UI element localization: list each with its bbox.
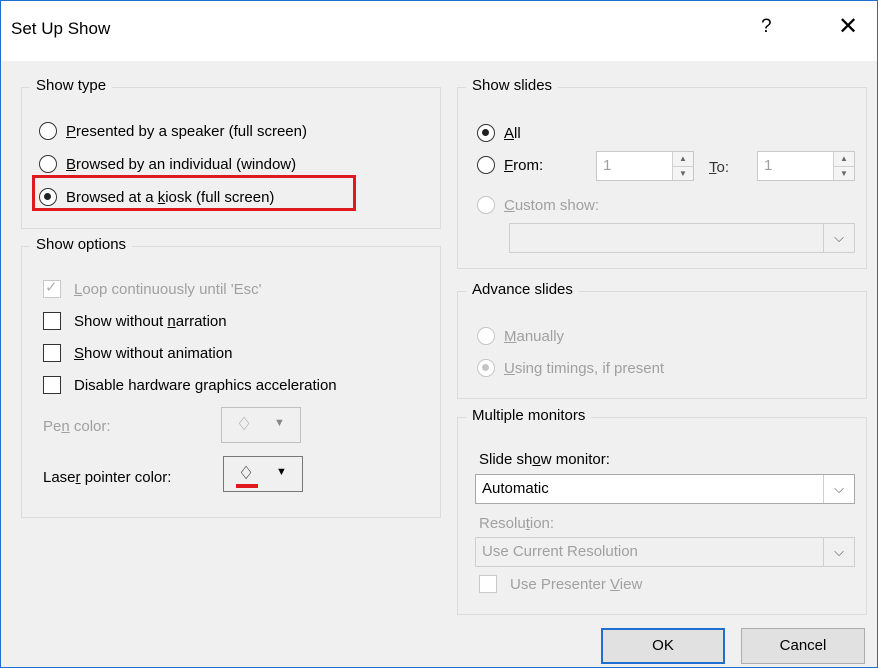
checkbox-use-presenter-view[interactable]: Use Presenter View (479, 572, 642, 596)
show-slides-label: Show slides (466, 77, 559, 94)
chevron-down-icon[interactable]: ⌵ (823, 538, 854, 566)
close-icon[interactable]: ✕ (831, 10, 865, 44)
option-label: Loop continuously until 'Esc' (74, 280, 262, 298)
arrow-down-icon[interactable]: ▼ (834, 167, 854, 181)
radio-circle[interactable] (39, 155, 57, 173)
from-value: 1 (603, 157, 612, 174)
cancel-button[interactable]: Cancel (741, 628, 865, 664)
pen-color-label: Pen color: (43, 417, 111, 435)
paint-bucket-icon: ♢ (236, 414, 253, 434)
show-type-label: Show type (30, 77, 113, 94)
option-label: Show without narration (74, 312, 227, 330)
resolution-label: Resolution: (479, 514, 555, 532)
radio-presented-by-speaker[interactable]: Presented by a speaker (full screen) (39, 119, 307, 143)
option-label: Presented by a speaker (full screen) (66, 122, 307, 140)
from-slide-spinner[interactable]: 1 ▲ ▼ (596, 151, 694, 181)
highlight-annotation-box (32, 175, 356, 211)
radio-circle[interactable] (477, 156, 495, 174)
title-bar: Set Up Show ? ✕ (1, 1, 877, 61)
chevron-down-icon: ▼ (276, 466, 287, 478)
option-label: Manually (504, 327, 565, 345)
set-up-show-dialog: Set Up Show ? ✕ Show type Presented by a… (0, 0, 878, 668)
arrow-up-icon[interactable]: ▲ (834, 152, 854, 167)
laser-pointer-color-button[interactable]: ♢ ▼ (223, 456, 303, 492)
radio-all-slides[interactable]: All (477, 121, 521, 145)
option-label: From: (504, 156, 544, 174)
radio-using-timings[interactable]: Using timings, if present (477, 356, 664, 380)
checkbox-show-without-animation[interactable]: Show without animation (43, 341, 232, 365)
radio-circle[interactable] (477, 327, 495, 345)
checkbox-box[interactable]: ✓ (43, 279, 61, 298)
paint-bucket-icon: ♢ (238, 463, 255, 483)
option-label: Browsed by an individual (window) (66, 155, 297, 173)
option-label: Show without animation (74, 344, 233, 362)
checkbox-box[interactable] (43, 376, 61, 394)
radio-circle[interactable] (39, 122, 57, 140)
slide-show-monitor-dropdown[interactable]: Automatic ⌵ (475, 474, 855, 504)
spinner-arrows[interactable]: ▲ ▼ (833, 152, 854, 180)
option-label: All (504, 124, 521, 142)
option-label: Using timings, if present (504, 359, 665, 377)
laser-pointer-color-label: Laser pointer color: (43, 468, 172, 486)
resolution-dropdown[interactable]: Use Current Resolution ⌵ (475, 537, 855, 567)
custom-show-dropdown[interactable]: ⌵ (509, 223, 855, 253)
checkbox-show-without-narration[interactable]: Show without narration (43, 309, 227, 333)
arrow-up-icon[interactable]: ▲ (673, 152, 693, 167)
to-label: To: (709, 158, 730, 176)
to-slide-spinner[interactable]: 1 ▲ ▼ (757, 151, 855, 181)
resolution-value: Use Current Resolution (482, 543, 638, 560)
to-value: 1 (764, 157, 773, 174)
radio-circle[interactable] (477, 196, 495, 214)
radio-manually[interactable]: Manually (477, 324, 564, 348)
checkbox-loop-continuously[interactable]: ✓ Loop continuously until 'Esc' (43, 277, 262, 301)
monitor-value: Automatic (482, 480, 549, 497)
option-label: Use Presenter View (510, 575, 643, 593)
color-swatch-bar (236, 484, 258, 488)
slide-show-monitor-label: Slide show monitor: (479, 450, 610, 468)
radio-circle-selected[interactable] (477, 359, 495, 377)
option-label: Custom show: (504, 196, 600, 214)
checkbox-box[interactable] (479, 575, 497, 593)
option-label: Disable hardware graphics acceleration (74, 376, 337, 394)
arrow-down-icon[interactable]: ▼ (673, 167, 693, 181)
pen-color-button[interactable]: ♢ ▼ (221, 407, 301, 443)
radio-from-slide[interactable]: From: (477, 153, 543, 177)
chevron-down-icon: ▼ (274, 417, 285, 429)
dialog-title: Set Up Show (11, 19, 111, 38)
spinner-arrows[interactable]: ▲ ▼ (672, 152, 693, 180)
chevron-down-icon[interactable]: ⌵ (823, 475, 854, 503)
radio-browsed-by-individual[interactable]: Browsed by an individual (window) (39, 152, 296, 176)
radio-custom-show[interactable]: Custom show: (477, 193, 599, 217)
checkbox-box[interactable] (43, 312, 61, 330)
radio-circle-selected[interactable] (477, 124, 495, 142)
multiple-monitors-label: Multiple monitors (466, 407, 592, 424)
ok-button[interactable]: OK (601, 628, 725, 664)
show-options-label: Show options (30, 236, 133, 253)
advance-slides-label: Advance slides (466, 281, 579, 298)
checkmark-icon: ✓ (45, 279, 58, 296)
chevron-down-icon[interactable]: ⌵ (823, 224, 854, 252)
checkbox-box[interactable] (43, 344, 61, 362)
checkbox-disable-hardware-acceleration[interactable]: Disable hardware graphics acceleration (43, 373, 337, 397)
help-button[interactable]: ? (761, 16, 772, 38)
